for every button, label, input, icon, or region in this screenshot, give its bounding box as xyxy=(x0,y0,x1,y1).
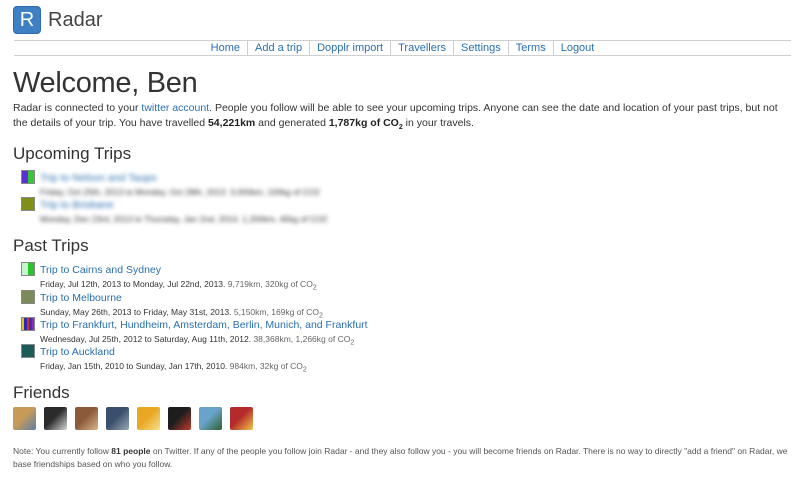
nav-travellers[interactable]: Travellers xyxy=(398,42,446,54)
swatch-stripe xyxy=(22,345,34,357)
friends-note: Note: You currently follow 81 people on … xyxy=(13,445,793,471)
swatch-stripe xyxy=(22,198,34,210)
follow-count: 81 people xyxy=(111,446,151,456)
twitter-account-link[interactable]: twitter account xyxy=(141,102,209,114)
trip-color-swatch xyxy=(21,262,35,276)
trip-stats: 984km, 32kg of CO2 xyxy=(229,361,307,374)
trip-color-swatch xyxy=(21,317,35,331)
trip-link[interactable]: Trip to Frankfurt, Hundheim, Amsterdam, … xyxy=(40,319,368,331)
app-name: Radar xyxy=(48,8,103,31)
trip-link[interactable]: Trip to Melbourne xyxy=(40,292,122,304)
intro-part: in your travels. xyxy=(402,117,474,129)
note-part: Note: You currently follow xyxy=(13,446,112,456)
co2-total: 1,787kg of CO2 xyxy=(328,117,403,131)
friend-avatar-4[interactable] xyxy=(106,407,129,430)
co2-subscript: 2 xyxy=(350,339,355,347)
top-nav: Home Add a trip Dopplr import Travellers… xyxy=(14,40,791,56)
trip-color-swatch xyxy=(21,197,35,211)
logo[interactable]: R Radar xyxy=(13,6,102,34)
friend-avatar-2[interactable] xyxy=(44,407,67,430)
swatch-stripe xyxy=(28,263,34,275)
friends-list xyxy=(13,407,261,430)
friend-avatar-5[interactable] xyxy=(137,407,160,430)
friend-avatar-8[interactable] xyxy=(230,407,253,430)
nav-home[interactable]: Home xyxy=(211,42,240,54)
past-trips-heading: Past Trips xyxy=(13,236,89,255)
upcoming-trips-heading: Upcoming Trips xyxy=(13,144,132,163)
nav-add-trip[interactable]: Add a trip xyxy=(255,42,302,54)
logo-icon: R xyxy=(13,6,41,34)
trip-link[interactable]: Trip to Auckland xyxy=(40,346,115,358)
trip-link[interactable]: Trip to Cairns and Sydney xyxy=(40,264,161,276)
distance-total: 54,221km xyxy=(207,117,256,129)
swatch-stripe xyxy=(28,171,34,183)
friend-avatar-6[interactable] xyxy=(168,407,191,430)
co2-subscript: 2 xyxy=(302,366,307,374)
page-title: Welcome, Ben xyxy=(13,67,198,99)
nav-settings[interactable]: Settings xyxy=(461,42,501,54)
intro-text: Radar is connected to your twitter accou… xyxy=(13,101,793,135)
friend-avatar-3[interactable] xyxy=(75,407,98,430)
trip-color-swatch xyxy=(21,290,35,304)
friends-heading: Friends xyxy=(13,383,70,402)
trip-date-range: Friday, Jan 15th, 2010 to Sunday, Jan 17… xyxy=(40,361,228,371)
upcoming-trip: Trip to Brisbane Monday, Dec 23rd, 2013 … xyxy=(21,195,327,226)
friend-avatar-7[interactable] xyxy=(199,407,222,430)
nav-terms[interactable]: Terms xyxy=(516,42,546,54)
co2-total-value: 1,787kg of CO xyxy=(328,117,399,129)
swatch-stripe xyxy=(31,318,35,330)
intro-part: and generated xyxy=(255,117,329,129)
friend-avatar-1[interactable] xyxy=(13,407,36,430)
nav-logout[interactable]: Logout xyxy=(561,42,595,54)
trip-link[interactable]: Trip to Nelson and Taupo xyxy=(40,172,157,184)
trip-dates: Monday, Dec 23rd, 2013 to Thursday, Jan … xyxy=(40,214,328,224)
swatch-stripe xyxy=(22,291,34,303)
trip-link[interactable]: Trip to Brisbane xyxy=(40,199,114,211)
trip-color-swatch xyxy=(21,344,35,358)
trip-dates: Friday, Jan 15th, 2010 to Sunday, Jan 17… xyxy=(40,360,307,377)
trip-stats-value: 984km, 32kg of CO xyxy=(229,361,303,371)
nav-dopplr-import[interactable]: Dopplr import xyxy=(317,42,383,54)
past-trip: Trip to Auckland Friday, Jan 15th, 2010 … xyxy=(21,342,307,377)
intro-part: Radar is connected to your xyxy=(13,102,142,114)
trip-color-swatch xyxy=(21,170,35,184)
